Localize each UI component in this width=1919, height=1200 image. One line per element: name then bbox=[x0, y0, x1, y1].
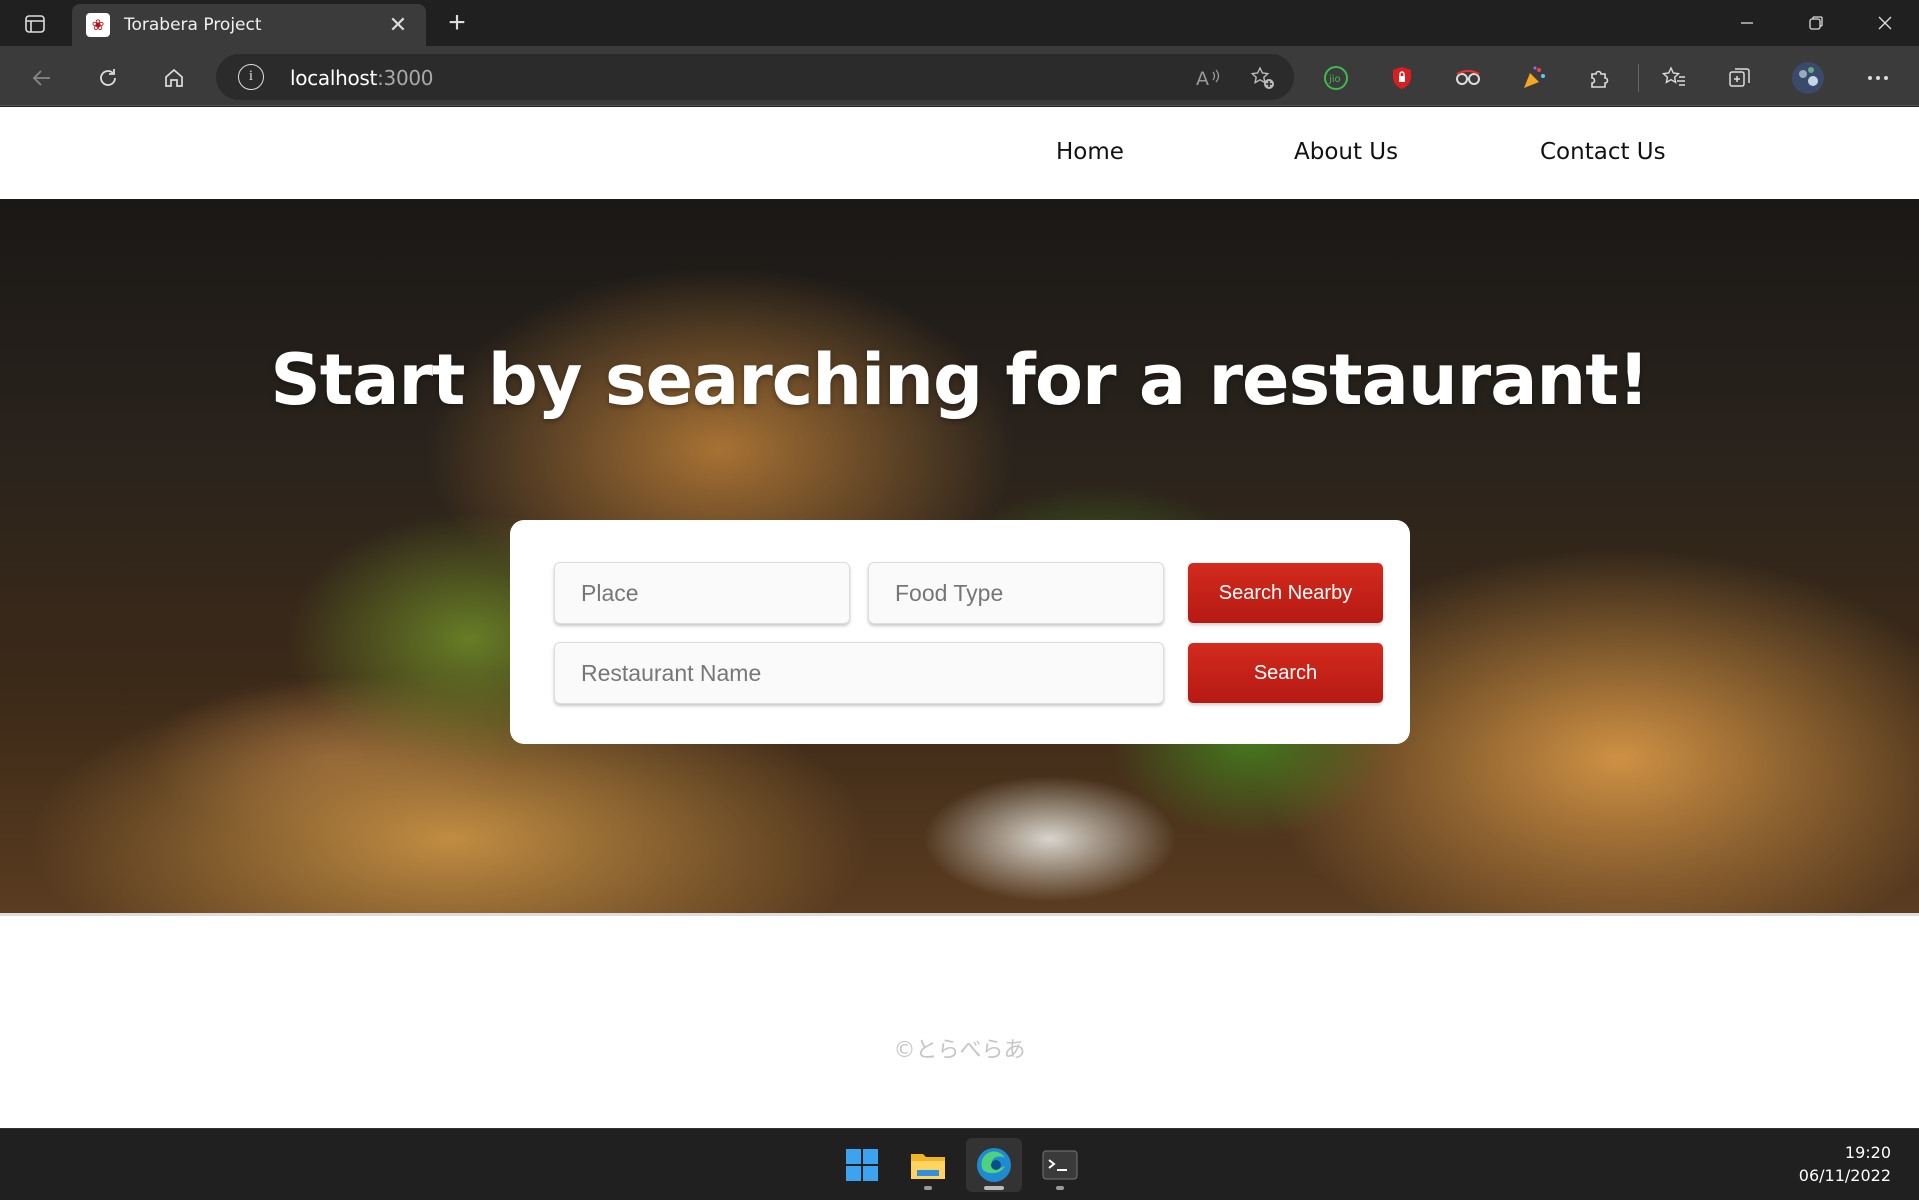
back-icon[interactable] bbox=[24, 60, 60, 96]
hero-title: Start by searching for a restaurant! bbox=[270, 339, 1649, 421]
svg-text:jio: jio bbox=[1328, 74, 1341, 85]
search-button[interactable]: Search bbox=[1188, 643, 1383, 703]
terminal-icon[interactable] bbox=[1032, 1138, 1088, 1192]
restore-icon[interactable] bbox=[1781, 0, 1850, 46]
toolbar-separator bbox=[1638, 64, 1639, 92]
browser-toolbar: i localhost:3000 A jio bbox=[0, 46, 1919, 106]
site-favicon-icon: ❀ bbox=[86, 13, 110, 37]
search-card: Search Nearby Search bbox=[510, 520, 1410, 744]
close-tab-icon[interactable]: ✕ bbox=[384, 12, 412, 38]
food-type-input[interactable] bbox=[868, 562, 1164, 624]
clock-time: 19:20 bbox=[1844, 1143, 1891, 1162]
home-icon[interactable] bbox=[156, 60, 192, 96]
active-indicator bbox=[984, 1186, 1004, 1190]
profile-avatar[interactable] bbox=[1790, 60, 1826, 96]
tab-actions-icon[interactable] bbox=[18, 10, 52, 38]
add-favorite-icon[interactable] bbox=[1248, 64, 1276, 92]
url-host: localhost bbox=[290, 66, 378, 90]
hero-section: Start by searching for a restaurant! Sea… bbox=[0, 199, 1919, 913]
extension-green-icon[interactable]: jio bbox=[1318, 60, 1354, 96]
system-clock[interactable]: 19:20 06/11/2022 bbox=[1799, 1141, 1891, 1187]
file-explorer-icon[interactable] bbox=[900, 1138, 956, 1192]
extensions-puzzle-icon[interactable] bbox=[1582, 60, 1618, 96]
restaurant-name-input[interactable] bbox=[554, 642, 1164, 704]
nav-about-link[interactable]: About Us bbox=[1294, 139, 1398, 165]
web-page: Home About Us Contact Us Start by search… bbox=[0, 107, 1919, 1128]
nav-home-link[interactable]: Home bbox=[1056, 139, 1124, 165]
footer-copyright: ©とらべらあ bbox=[893, 1038, 1026, 1063]
site-info-icon[interactable]: i bbox=[238, 64, 264, 90]
windows-start-icon[interactable] bbox=[834, 1138, 890, 1192]
os-taskbar: 19:20 06/11/2022 bbox=[0, 1128, 1919, 1200]
new-tab-button[interactable]: + bbox=[440, 8, 474, 40]
more-options-icon[interactable] bbox=[1860, 60, 1896, 96]
extension-party-icon[interactable] bbox=[1516, 60, 1552, 96]
svg-text:A: A bbox=[1196, 68, 1209, 90]
address-bar[interactable]: i localhost:3000 A bbox=[216, 54, 1294, 100]
close-window-icon[interactable] bbox=[1850, 0, 1919, 46]
extension-glasses-icon[interactable] bbox=[1450, 60, 1486, 96]
nav-contact-link[interactable]: Contact Us bbox=[1540, 139, 1666, 165]
url-port: :3000 bbox=[377, 66, 434, 90]
extension-shield-icon[interactable] bbox=[1384, 60, 1420, 96]
place-input[interactable] bbox=[554, 562, 850, 624]
edge-browser-icon[interactable] bbox=[966, 1138, 1022, 1192]
collections-icon[interactable] bbox=[1722, 60, 1758, 96]
clock-date: 06/11/2022 bbox=[1798, 1166, 1891, 1185]
address-url[interactable]: localhost:3000 bbox=[290, 66, 434, 90]
refresh-icon[interactable] bbox=[90, 60, 126, 96]
search-nearby-button[interactable]: Search Nearby bbox=[1188, 563, 1383, 623]
tab-title: Torabera Project bbox=[124, 15, 262, 35]
read-aloud-icon[interactable]: A bbox=[1194, 64, 1222, 92]
browser-tab[interactable]: ❀ Torabera Project ✕ bbox=[72, 4, 426, 46]
running-indicator bbox=[1056, 1186, 1064, 1190]
site-navbar: Home About Us Contact Us bbox=[0, 107, 1919, 199]
running-indicator bbox=[924, 1186, 932, 1190]
minimize-icon[interactable] bbox=[1712, 0, 1781, 46]
window-controls bbox=[1712, 0, 1919, 46]
browser-tab-bar: ❀ Torabera Project ✕ + bbox=[0, 0, 1919, 46]
favorites-icon[interactable] bbox=[1656, 60, 1692, 96]
hero-divider bbox=[0, 913, 1919, 916]
